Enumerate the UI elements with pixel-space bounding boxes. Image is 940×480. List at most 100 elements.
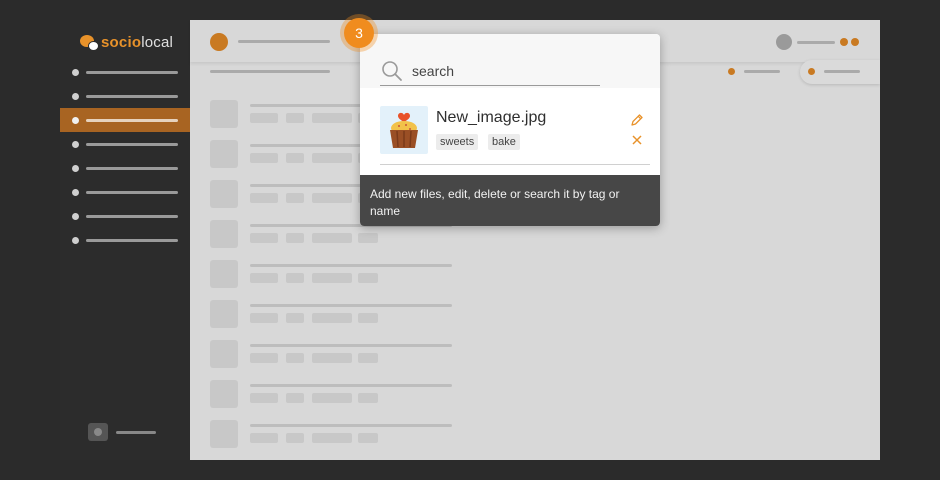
sidebar-item[interactable]	[60, 60, 190, 84]
file-row-thumbnail	[210, 300, 238, 328]
sidebar-item[interactable]	[60, 156, 190, 180]
files-button[interactable]	[800, 60, 880, 84]
file-row-thumbnail	[210, 220, 238, 248]
file-row-meta	[250, 153, 278, 163]
file-row-meta	[286, 313, 304, 323]
sidebar-item-label	[86, 167, 178, 170]
file-row-thumbnail	[210, 260, 238, 288]
file-row-meta	[312, 113, 352, 123]
sidebar-item[interactable]	[60, 180, 190, 204]
search-underline	[380, 85, 600, 86]
sidebar-item-label	[86, 71, 178, 74]
file-row-meta	[358, 233, 378, 243]
logo-text-accent: socio	[101, 33, 142, 51]
file-row-meta	[312, 193, 352, 203]
file-row-thumbnail	[210, 420, 238, 448]
menu-dot[interactable]	[851, 38, 859, 46]
file-row-title	[250, 384, 452, 387]
user-name-placeholder	[797, 41, 835, 44]
file-name: New_image.jpg	[436, 109, 547, 126]
file-manager-popup: New_image.jpg sweets bake Add new files,…	[360, 34, 660, 226]
file-row[interactable]	[210, 420, 470, 448]
step-badge: 3	[340, 14, 378, 52]
sidebar: sociolocal	[60, 20, 190, 460]
file-row-meta	[358, 313, 378, 323]
sidebar-item-icon	[72, 165, 79, 172]
files-button-dot	[808, 68, 815, 75]
settings-icon[interactable]	[88, 423, 108, 441]
file-row-meta	[250, 193, 278, 203]
file-row[interactable]	[210, 380, 470, 408]
file-row-meta	[286, 433, 304, 443]
sidebar-item-label	[86, 239, 178, 242]
file-row-thumbnail	[210, 380, 238, 408]
workspace-avatar[interactable]	[210, 33, 228, 51]
header-title-placeholder	[238, 40, 330, 43]
file-row-title	[250, 424, 452, 427]
file-row-thumbnail	[210, 180, 238, 208]
file-item[interactable]: New_image.jpg sweets bake	[380, 106, 650, 156]
file-row-meta	[250, 233, 278, 243]
search-bar	[360, 34, 660, 88]
file-row-meta	[286, 393, 304, 403]
file-row-meta	[312, 353, 352, 363]
tag[interactable]: bake	[488, 134, 520, 150]
file-row-meta	[312, 233, 352, 243]
file-row-meta	[250, 113, 278, 123]
file-row-thumbnail	[210, 340, 238, 368]
tag[interactable]: sweets	[436, 134, 479, 150]
file-row-meta	[286, 233, 304, 243]
search-input[interactable]	[412, 61, 592, 81]
sidebar-item-label	[86, 143, 178, 146]
file-thumbnail[interactable]	[380, 106, 428, 154]
sidebar-item[interactable]	[60, 228, 190, 252]
sidebar-item-icon	[72, 237, 79, 244]
pencil-icon[interactable]	[630, 113, 644, 127]
cupcake-icon	[390, 112, 418, 148]
sidebar-item[interactable]	[60, 84, 190, 108]
file-row-thumbnail	[210, 140, 238, 168]
file-row-meta	[250, 313, 278, 323]
file-row-meta	[250, 273, 278, 283]
file-row-meta	[286, 273, 304, 283]
file-row-meta	[358, 353, 378, 363]
file-row-meta	[286, 153, 304, 163]
divider	[380, 164, 650, 165]
sidebar-item-icon	[72, 189, 79, 196]
filter-dot[interactable]	[728, 68, 735, 75]
filter-label-placeholder	[744, 70, 780, 73]
sidebar-item[interactable]	[60, 204, 190, 228]
file-row-meta	[286, 353, 304, 363]
sidebar-item[interactable]	[60, 132, 190, 156]
sidebar-item[interactable]	[60, 108, 190, 132]
file-row-title	[250, 344, 452, 347]
file-row-meta	[358, 273, 378, 283]
search-icon[interactable]	[381, 60, 403, 82]
sidebar-item-label	[86, 191, 178, 194]
hint-text: Add new files, edit, delete or search it…	[370, 187, 620, 218]
file-row[interactable]	[210, 340, 470, 368]
files-button-label	[824, 70, 860, 73]
file-row[interactable]	[210, 260, 470, 288]
file-row-meta	[358, 393, 378, 403]
close-icon[interactable]	[631, 134, 643, 146]
sidebar-item-label	[86, 215, 178, 218]
file-row-meta	[312, 313, 352, 323]
notification-dot[interactable]	[840, 38, 848, 46]
logo-text-rest: local	[141, 33, 174, 51]
logo: sociolocal	[80, 32, 173, 52]
file-row-title	[250, 264, 452, 267]
file-row-meta	[312, 153, 352, 163]
tooltip-hint: Add new files, edit, delete or search it…	[360, 175, 660, 226]
file-row-meta	[358, 433, 378, 443]
user-avatar[interactable]	[776, 34, 792, 50]
sidebar-item-label	[86, 119, 178, 122]
sidebar-item-label	[86, 95, 178, 98]
sidebar-footer-label	[116, 431, 156, 434]
file-row-meta	[250, 393, 278, 403]
sidebar-item-icon	[72, 69, 79, 76]
file-row-meta	[286, 113, 304, 123]
toolbar-title-placeholder	[210, 70, 330, 73]
file-row-meta	[312, 273, 352, 283]
file-row[interactable]	[210, 300, 470, 328]
